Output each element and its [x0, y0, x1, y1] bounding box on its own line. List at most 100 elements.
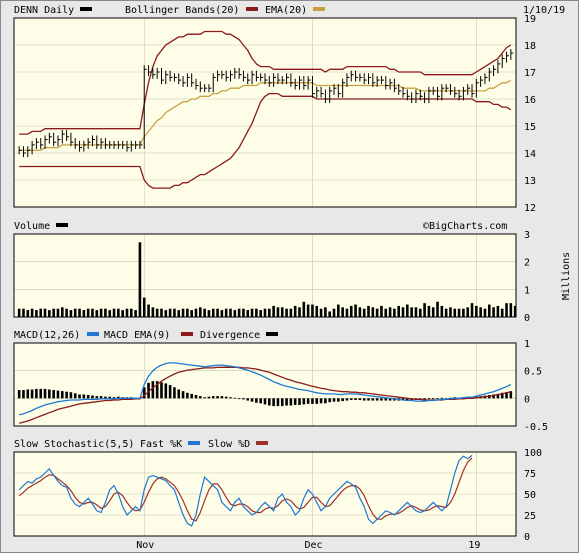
divergence-bar [35, 388, 38, 399]
volume-bar [151, 307, 155, 317]
divergence-bar [302, 398, 306, 405]
divergence-bar [56, 390, 60, 399]
macd-legend-swatch [87, 332, 99, 336]
divergence-bar [211, 396, 215, 399]
stoch-panel-tick-label: 25 [524, 511, 536, 522]
volume-bar [436, 301, 439, 317]
divergence-bar [17, 390, 21, 399]
divergence-bar [255, 398, 258, 403]
divergence-bar [168, 385, 172, 399]
volume-bar [246, 310, 250, 317]
divergence-bar [242, 398, 245, 400]
volume-bar [470, 303, 474, 317]
volume-bar [22, 308, 25, 317]
volume-bar [397, 305, 401, 317]
divergence-bar [306, 398, 310, 404]
volume-bar [43, 308, 47, 317]
divergence-label: Divergence [200, 330, 260, 341]
volume-bar [199, 307, 202, 317]
volume-bar [341, 307, 344, 317]
volume-bar [73, 308, 77, 317]
volume-bar [263, 308, 267, 317]
volume-bar [375, 308, 379, 317]
volume-bar [349, 305, 353, 317]
volume-bar [324, 307, 327, 317]
volume-bar [216, 308, 219, 317]
divergence-bar [272, 398, 275, 407]
divergence-bar [108, 396, 112, 399]
volume-bar [259, 310, 262, 317]
divergence-bar [280, 398, 284, 407]
macd-ema-label: MACD EMA(9) [104, 330, 170, 341]
volume-bar [444, 308, 448, 317]
symbol-label: DENN Daily [14, 5, 74, 16]
volume-bar [285, 308, 288, 317]
volume-bar [483, 308, 487, 317]
volume-bar [207, 310, 211, 317]
volume-bar [99, 308, 103, 317]
divergence-bar [362, 398, 366, 401]
slow-d-label: Slow %D [208, 439, 250, 450]
volume-bar [203, 308, 206, 317]
stoch-panel-tick-label: 0 [524, 532, 530, 543]
volume-bar [229, 308, 232, 317]
volume-bar [69, 310, 73, 317]
price-panel-tick-label: 17 [524, 68, 536, 79]
panels-layer: 12131415161718190123-0.500.510255075100N… [13, 14, 548, 551]
stock-chart: DENN Daily Bollinger Bands(20) EMA(20) 1… [0, 0, 579, 553]
x-axis-tick-label: Nov [136, 540, 154, 551]
volume-bar [121, 310, 124, 317]
volume-bar [505, 303, 508, 317]
divergence-bar [367, 398, 370, 401]
volume-panel-tick-label: 2 [524, 258, 530, 269]
fast-k-label: Fast %K [140, 439, 182, 450]
volume-bar [147, 304, 150, 317]
divergence-bar [73, 393, 77, 399]
divergence-bar [298, 398, 301, 405]
divergence-bar [324, 398, 327, 404]
volume-bar [138, 242, 142, 317]
volume-bar [190, 310, 193, 317]
volume-bar [268, 308, 271, 317]
divergence-bar [181, 391, 185, 399]
divergence-bar [86, 395, 90, 399]
volume-bar [462, 308, 465, 317]
volume-panel-background [14, 234, 516, 317]
volume-legend-swatch [56, 223, 68, 227]
volume-bar [78, 308, 81, 317]
x-axis-tick-label: 19 [468, 540, 480, 551]
divergence-bar [268, 398, 271, 406]
divergence-bar [384, 398, 388, 401]
ema-legend-label: EMA(20) [265, 5, 307, 16]
divergence-bar [440, 397, 444, 399]
volume-bar [224, 308, 228, 317]
divergence-bar [39, 388, 43, 399]
macd-panel-tick-label: 0 [524, 394, 530, 405]
volume-bar [427, 305, 431, 317]
divergence-bar [431, 398, 435, 400]
volume-bar [56, 308, 60, 317]
divergence-bar [203, 397, 206, 399]
price-panel-tick-label: 12 [524, 203, 536, 214]
volume-bar [380, 305, 383, 317]
volume-bar [319, 308, 323, 317]
volume-bar [173, 308, 176, 317]
price-panel-tick-label: 15 [524, 122, 536, 133]
divergence-bar [436, 398, 439, 400]
macd-label: MACD(12,26) [14, 330, 80, 341]
divergence-bar [341, 398, 344, 402]
volume-bar [440, 305, 444, 317]
divergence-bar [285, 398, 288, 406]
divergence-bar [95, 396, 99, 399]
volume-bar [82, 310, 86, 317]
divergence-bar [337, 398, 340, 402]
divergence-bar [237, 398, 241, 400]
divergence-bar [65, 391, 68, 399]
macd-panel-tick-label: 0.5 [524, 367, 542, 378]
volume-bar [211, 308, 215, 317]
volume-bar [276, 307, 280, 317]
volume-bar [371, 307, 375, 317]
divergence-bar [371, 398, 375, 401]
divergence-bar [246, 398, 250, 401]
volume-bar [242, 308, 245, 317]
